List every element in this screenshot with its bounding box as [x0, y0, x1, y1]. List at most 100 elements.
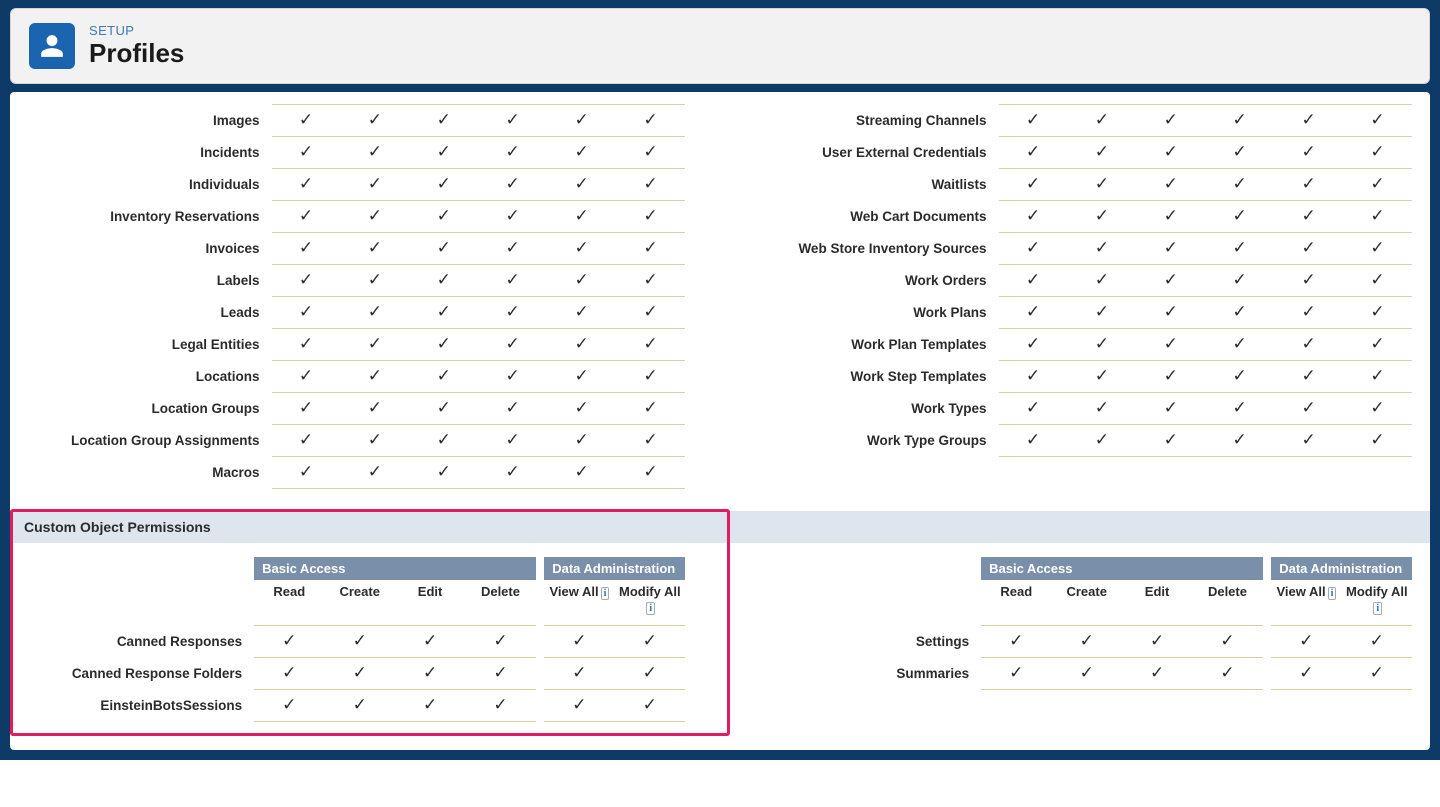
custom-perm-row: Summaries✓✓✓✓✓✓ — [755, 658, 1412, 690]
spacer — [1263, 658, 1272, 690]
check-icon: ✓ — [299, 174, 313, 193]
permission-check: ✓ — [1274, 105, 1343, 137]
check-icon: ✓ — [1164, 430, 1178, 449]
check-icon: ✓ — [1233, 238, 1247, 257]
perm-block-right: Streaming Channels✓✓✓✓✓✓User External Cr… — [755, 104, 1412, 489]
permission-check: ✓ — [272, 105, 341, 137]
check-icon: ✓ — [1095, 302, 1109, 321]
check-icon: ✓ — [643, 302, 657, 321]
info-icon[interactable]: i — [1328, 587, 1337, 600]
check-icon: ✓ — [299, 366, 313, 385]
permission-check: ✓ — [478, 297, 547, 329]
check-icon: ✓ — [1301, 174, 1315, 193]
info-icon[interactable]: i — [1373, 602, 1382, 615]
check-icon: ✓ — [506, 334, 520, 353]
check-icon: ✓ — [368, 270, 382, 289]
permission-check: ✓ — [616, 425, 685, 457]
permission-check: ✓ — [616, 361, 685, 393]
info-icon[interactable]: i — [601, 587, 610, 600]
permission-check: ✓ — [1342, 626, 1412, 658]
permission-check: ✓ — [409, 297, 478, 329]
check-icon: ✓ — [423, 663, 437, 682]
page-header: SETUP Profiles — [10, 8, 1430, 84]
check-icon: ✓ — [574, 270, 588, 289]
col-create: Create — [1052, 580, 1122, 626]
spacer — [536, 580, 545, 626]
check-icon: ✓ — [1370, 334, 1384, 353]
permission-check: ✓ — [999, 297, 1068, 329]
permission-check: ✓ — [1343, 361, 1412, 393]
perm-row-label: Locations — [28, 361, 272, 393]
permission-check: ✓ — [1136, 169, 1205, 201]
profile-icon — [29, 23, 75, 69]
permission-check: ✓ — [272, 329, 341, 361]
check-icon: ✓ — [643, 430, 657, 449]
permission-check: ✓ — [409, 169, 478, 201]
permission-check: ✓ — [999, 137, 1068, 169]
permission-check: ✓ — [616, 169, 685, 201]
permission-check: ✓ — [272, 265, 341, 297]
permission-check: ✓ — [340, 265, 409, 297]
permission-check: ✓ — [616, 329, 685, 361]
permission-check: ✓ — [478, 233, 547, 265]
perm-row: Work Orders✓✓✓✓✓✓ — [755, 265, 1412, 297]
check-icon: ✓ — [437, 270, 451, 289]
check-icon: ✓ — [506, 174, 520, 193]
permission-check: ✓ — [1205, 105, 1274, 137]
check-icon: ✓ — [1233, 334, 1247, 353]
check-icon: ✓ — [1370, 366, 1384, 385]
check-icon: ✓ — [368, 366, 382, 385]
perm-row-label: Invoices — [28, 233, 272, 265]
check-icon: ✓ — [643, 462, 657, 481]
permission-check: ✓ — [547, 233, 616, 265]
content: Images✓✓✓✓✓✓Incidents✓✓✓✓✓✓Individuals✓✓… — [10, 92, 1430, 750]
check-icon: ✓ — [506, 110, 520, 129]
group-data-administration: Data Administration — [1271, 557, 1412, 580]
permission-check: ✓ — [478, 329, 547, 361]
permission-check: ✓ — [1274, 169, 1343, 201]
permission-check: ✓ — [547, 265, 616, 297]
perm-row-label: Waitlists — [755, 169, 999, 201]
permission-check: ✓ — [547, 297, 616, 329]
check-icon: ✓ — [643, 206, 657, 225]
check-icon: ✓ — [1150, 631, 1164, 650]
perm-row-label: Labels — [28, 265, 272, 297]
permission-check: ✓ — [616, 457, 685, 489]
permission-check: ✓ — [1343, 233, 1412, 265]
check-icon: ✓ — [368, 334, 382, 353]
check-icon: ✓ — [572, 663, 586, 682]
permission-check: ✓ — [272, 169, 341, 201]
permission-check: ✓ — [340, 233, 409, 265]
check-icon: ✓ — [1026, 430, 1040, 449]
perm-row-label: Incidents — [28, 137, 272, 169]
info-icon[interactable]: i — [646, 602, 655, 615]
check-icon: ✓ — [1233, 174, 1247, 193]
permission-check: ✓ — [465, 658, 535, 690]
check-icon: ✓ — [437, 174, 451, 193]
check-icon: ✓ — [1370, 430, 1384, 449]
permission-check: ✓ — [1274, 393, 1343, 425]
check-icon: ✓ — [437, 110, 451, 129]
permission-check: ✓ — [1052, 658, 1122, 690]
permission-check: ✓ — [1343, 297, 1412, 329]
check-icon: ✓ — [1026, 270, 1040, 289]
permission-check: ✓ — [1192, 658, 1262, 690]
perm-row: Locations✓✓✓✓✓✓ — [28, 361, 685, 393]
check-icon: ✓ — [1301, 430, 1315, 449]
permission-check: ✓ — [616, 105, 685, 137]
check-icon: ✓ — [574, 302, 588, 321]
permission-check: ✓ — [1343, 105, 1412, 137]
check-icon: ✓ — [574, 398, 588, 417]
permission-check: ✓ — [409, 265, 478, 297]
permission-check: ✓ — [272, 201, 341, 233]
check-icon: ✓ — [493, 695, 507, 714]
col-delete: Delete — [1192, 580, 1262, 626]
check-icon: ✓ — [1150, 663, 1164, 682]
custom-perm-row-label: Summaries — [755, 658, 981, 690]
permission-check: ✓ — [1122, 626, 1192, 658]
permission-check: ✓ — [1274, 361, 1343, 393]
check-icon: ✓ — [437, 142, 451, 161]
check-icon: ✓ — [506, 430, 520, 449]
custom-perm-row: Canned Response Folders✓✓✓✓✓✓ — [28, 658, 685, 690]
check-icon: ✓ — [299, 142, 313, 161]
